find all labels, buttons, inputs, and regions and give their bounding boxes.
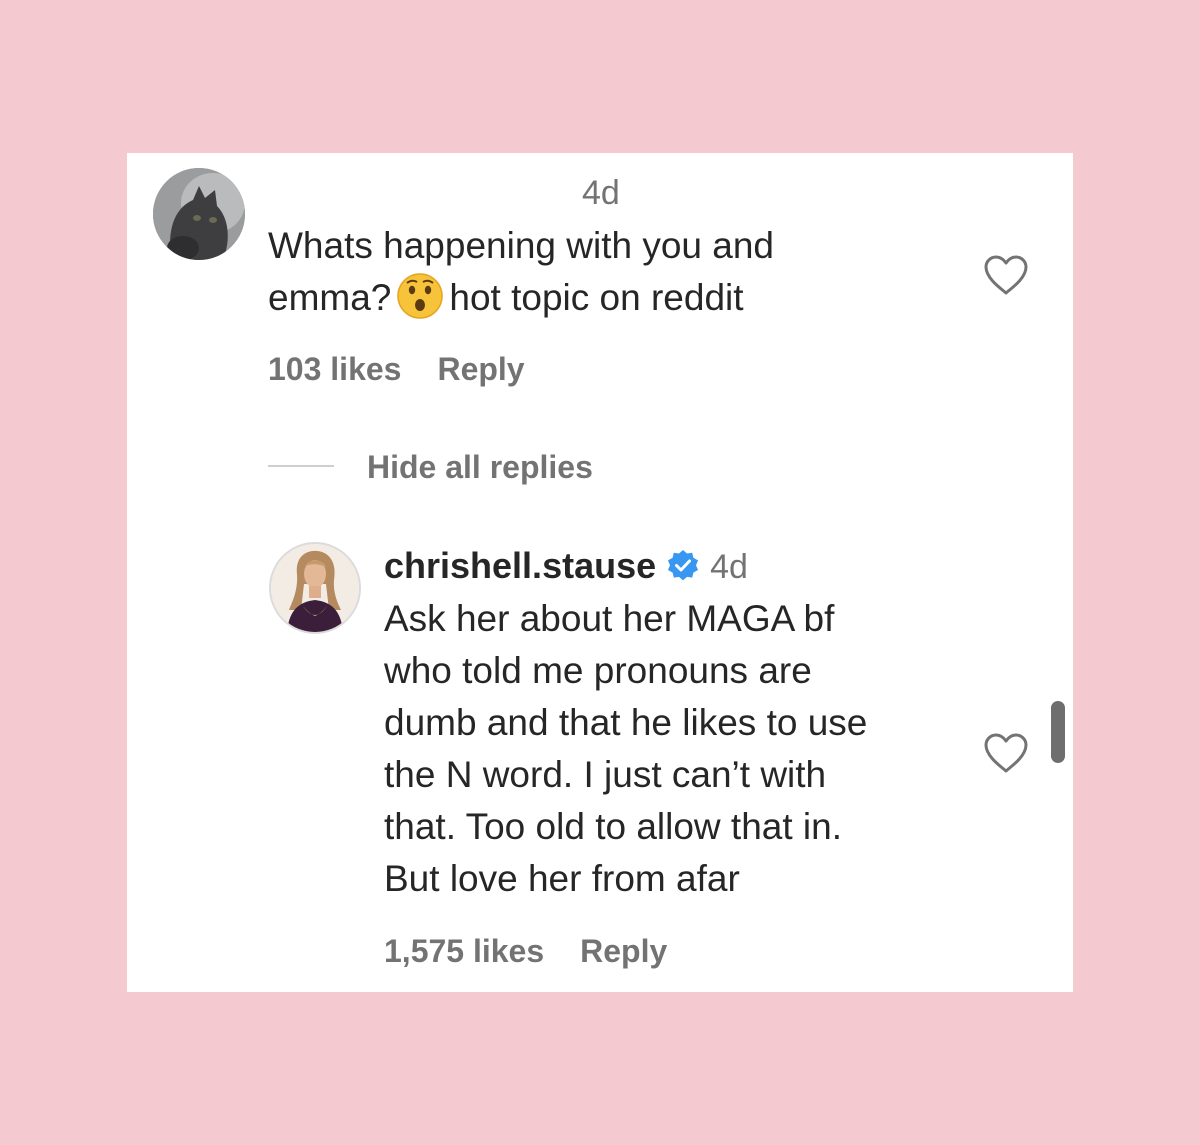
hide-replies-button[interactable]: Hide all replies: [367, 447, 593, 487]
hushed-face-emoji: [397, 273, 444, 319]
reply-text-line: that. Too old to allow that in.: [384, 806, 843, 847]
verified-badge-icon: [668, 550, 699, 581]
reply-meta: 1,575 likes Reply: [384, 931, 703, 971]
scrollbar-thumb[interactable]: [1051, 701, 1065, 763]
reply-text-line: Ask her about her MAGA bf: [384, 598, 835, 639]
comment-text-before-emoji: emma?: [268, 277, 392, 318]
comment-likes[interactable]: 103 likes: [268, 351, 401, 387]
replies-divider: [268, 465, 334, 467]
comment-meta: 103 likes Reply: [268, 349, 561, 389]
comment-text-line1: Whats happening with you and: [268, 225, 775, 266]
commenter-avatar[interactable]: [153, 168, 245, 260]
reply-username[interactable]: chrishell.stause: [384, 545, 656, 586]
reply-header: chrishell.stause 4d: [384, 545, 748, 587]
reply-body: Ask her about her MAGA bf who told me pr…: [384, 593, 1004, 905]
reply-text-line: dumb and that he likes to use: [384, 702, 868, 743]
reply-timestamp: 4d: [710, 548, 748, 586]
comment-text-line2: emma? hot topic on reddit: [268, 272, 908, 324]
reply-reply-button[interactable]: Reply: [580, 933, 667, 969]
heart-icon[interactable]: [983, 254, 1029, 296]
reply-avatar[interactable]: [269, 542, 361, 634]
comment-body: Whats happening with you and emma? hot t…: [268, 220, 908, 324]
comment-timestamp: 4d: [582, 174, 620, 212]
comment-reply-button[interactable]: Reply: [437, 351, 524, 387]
reply-text-line: the N word. I just can’t with: [384, 754, 827, 795]
comment-text-after-emoji: hot topic on reddit: [449, 277, 744, 318]
reply-likes[interactable]: 1,575 likes: [384, 933, 544, 969]
reply-text-line: who told me pronouns are: [384, 650, 812, 691]
comment-card: 4d Whats happening with you and emma? ho…: [127, 153, 1073, 992]
reply-text-line: But love her from afar: [384, 858, 740, 899]
heart-icon[interactable]: [983, 732, 1029, 774]
